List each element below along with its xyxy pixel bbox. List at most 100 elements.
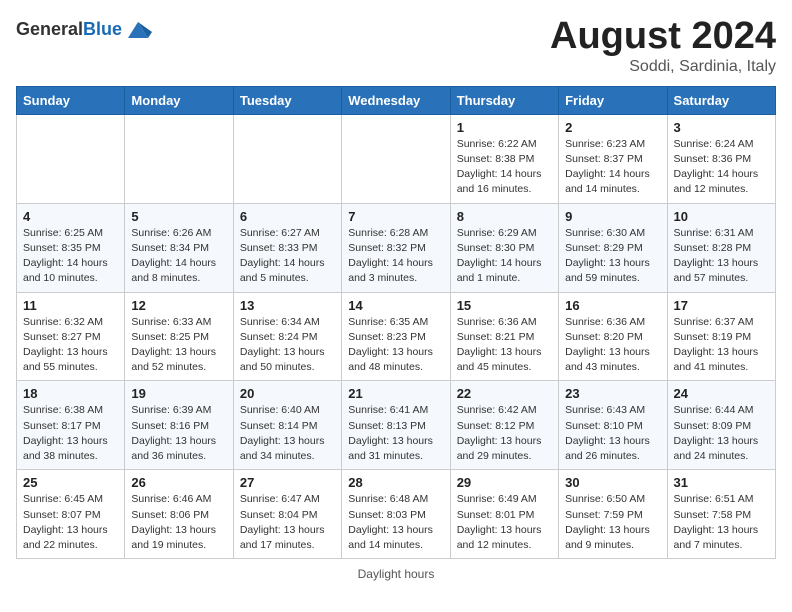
day-info: Sunrise: 6:46 AM Sunset: 8:06 PM Dayligh… [131,492,226,553]
day-number: 9 [565,209,660,224]
day-info: Sunrise: 6:48 AM Sunset: 8:03 PM Dayligh… [348,492,443,553]
day-info: Sunrise: 6:36 AM Sunset: 8:20 PM Dayligh… [565,315,660,376]
calendar-cell [342,114,450,203]
calendar-week-row: 25 Sunrise: 6:45 AM Sunset: 8:07 PM Dayli… [17,470,776,559]
calendar-cell: 2 Sunrise: 6:23 AM Sunset: 8:37 PM Daylig… [559,114,667,203]
day-number: 15 [457,298,552,313]
calendar-cell: 6 Sunrise: 6:27 AM Sunset: 8:33 PM Daylig… [233,203,341,292]
day-info: Sunrise: 6:43 AM Sunset: 8:10 PM Dayligh… [565,403,660,464]
day-info: Sunrise: 6:26 AM Sunset: 8:34 PM Dayligh… [131,226,226,287]
calendar-cell: 21Sunrise: 6:41 AM Sunset: 8:13 PM Dayli… [342,381,450,470]
page-header: GeneralBlue August 2024 Soddi, Sardinia,… [16,16,776,76]
day-number: 13 [240,298,335,313]
weekday-header: Tuesday [233,86,341,114]
calendar-cell: 19Sunrise: 6:39 AM Sunset: 8:16 PM Dayli… [125,381,233,470]
day-number: 30 [565,475,660,490]
day-number: 25 [23,475,118,490]
day-number: 6 [240,209,335,224]
day-number: 31 [674,475,769,490]
day-number: 3 [674,120,769,135]
day-number: 7 [348,209,443,224]
day-info: Sunrise: 6:47 AM Sunset: 8:04 PM Dayligh… [240,492,335,553]
calendar-cell: 30Sunrise: 6:50 AM Sunset: 7:59 PM Dayli… [559,470,667,559]
calendar-cell: 11 Sunrise: 6:32 AM Sunset: 8:27 PM Dayli… [17,292,125,381]
day-info: Sunrise: 6:38 AM Sunset: 8:17 PM Dayligh… [23,403,118,464]
calendar-week-row: 4Sunrise: 6:25 AM Sunset: 8:35 PM Daylig… [17,203,776,292]
day-number: 11 [23,298,118,313]
calendar-cell: 15 Sunrise: 6:36 AM Sunset: 8:21 PM Dayli… [450,292,558,381]
day-info: Sunrise: 6:35 AM Sunset: 8:23 PM Dayligh… [348,315,443,376]
day-info: Sunrise: 6:44 AM Sunset: 8:09 PM Dayligh… [674,403,769,464]
day-number: 26 [131,475,226,490]
day-info: Sunrise: 6:45 AM Sunset: 8:07 PM Dayligh… [23,492,118,553]
day-info: Sunrise: 6:32 AM Sunset: 8:27 PM Dayligh… [23,315,118,376]
logo-general-text: General [16,19,83,39]
calendar-cell: 31 Sunrise: 6:51 AM Sunset: 7:58 PM Dayli… [667,470,775,559]
calendar-cell [17,114,125,203]
day-number: 8 [457,209,552,224]
day-info: Sunrise: 6:36 AM Sunset: 8:21 PM Dayligh… [457,315,552,376]
calendar-week-row: 1Sunrise: 6:22 AM Sunset: 8:38 PM Daylig… [17,114,776,203]
calendar-week-row: 11 Sunrise: 6:32 AM Sunset: 8:27 PM Dayli… [17,292,776,381]
calendar-table: SundayMondayTuesdayWednesdayThursdayFrid… [16,86,776,559]
day-number: 18 [23,386,118,401]
calendar-cell: 26 Sunrise: 6:46 AM Sunset: 8:06 PM Dayli… [125,470,233,559]
day-info: Sunrise: 6:33 AM Sunset: 8:25 PM Dayligh… [131,315,226,376]
day-info: Sunrise: 6:23 AM Sunset: 8:37 PM Dayligh… [565,137,660,198]
day-number: 2 [565,120,660,135]
calendar-week-row: 18 Sunrise: 6:38 AM Sunset: 8:17 PM Dayli… [17,381,776,470]
daylight-label: Daylight hours [358,567,435,581]
day-info: Sunrise: 6:29 AM Sunset: 8:30 PM Dayligh… [457,226,552,287]
calendar-cell: 14 Sunrise: 6:35 AM Sunset: 8:23 PM Dayli… [342,292,450,381]
calendar-cell: 27Sunrise: 6:47 AM Sunset: 8:04 PM Dayli… [233,470,341,559]
day-info: Sunrise: 6:41 AM Sunset: 8:13 PM Dayligh… [348,403,443,464]
day-info: Sunrise: 6:30 AM Sunset: 8:29 PM Dayligh… [565,226,660,287]
weekday-header: Saturday [667,86,775,114]
day-number: 22 [457,386,552,401]
day-info: Sunrise: 6:31 AM Sunset: 8:28 PM Dayligh… [674,226,769,287]
weekday-header: Friday [559,86,667,114]
day-number: 23 [565,386,660,401]
day-number: 24 [674,386,769,401]
weekday-header: Thursday [450,86,558,114]
calendar-cell [233,114,341,203]
day-info: Sunrise: 6:49 AM Sunset: 8:01 PM Dayligh… [457,492,552,553]
logo-icon [124,16,152,44]
calendar-cell: 3 Sunrise: 6:24 AM Sunset: 8:36 PM Daylig… [667,114,775,203]
calendar-cell: 20 Sunrise: 6:40 AM Sunset: 8:14 PM Dayli… [233,381,341,470]
calendar-cell: 12 Sunrise: 6:33 AM Sunset: 8:25 PM Dayli… [125,292,233,381]
day-number: 4 [23,209,118,224]
calendar-cell: 29Sunrise: 6:49 AM Sunset: 8:01 PM Dayli… [450,470,558,559]
day-info: Sunrise: 6:37 AM Sunset: 8:19 PM Dayligh… [674,315,769,376]
calendar-cell: 16 Sunrise: 6:36 AM Sunset: 8:20 PM Dayli… [559,292,667,381]
day-info: Sunrise: 6:24 AM Sunset: 8:36 PM Dayligh… [674,137,769,198]
calendar-cell: 23 Sunrise: 6:43 AM Sunset: 8:10 PM Dayli… [559,381,667,470]
weekday-header: Wednesday [342,86,450,114]
calendar-cell: 10Sunrise: 6:31 AM Sunset: 8:28 PM Dayli… [667,203,775,292]
day-number: 19 [131,386,226,401]
logo: GeneralBlue [16,16,152,44]
calendar-cell: 25 Sunrise: 6:45 AM Sunset: 8:07 PM Dayli… [17,470,125,559]
day-info: Sunrise: 6:28 AM Sunset: 8:32 PM Dayligh… [348,226,443,287]
calendar-header-row: SundayMondayTuesdayWednesdayThursdayFrid… [17,86,776,114]
calendar-cell: 4Sunrise: 6:25 AM Sunset: 8:35 PM Daylig… [17,203,125,292]
weekday-header: Sunday [17,86,125,114]
calendar-cell: 13Sunrise: 6:34 AM Sunset: 8:24 PM Dayli… [233,292,341,381]
day-number: 12 [131,298,226,313]
weekday-header: Monday [125,86,233,114]
calendar-cell: 17Sunrise: 6:37 AM Sunset: 8:19 PM Dayli… [667,292,775,381]
calendar-cell: 1Sunrise: 6:22 AM Sunset: 8:38 PM Daylig… [450,114,558,203]
day-info: Sunrise: 6:40 AM Sunset: 8:14 PM Dayligh… [240,403,335,464]
calendar-cell: 7 Sunrise: 6:28 AM Sunset: 8:32 PM Daylig… [342,203,450,292]
calendar-cell: 18 Sunrise: 6:38 AM Sunset: 8:17 PM Dayli… [17,381,125,470]
day-info: Sunrise: 6:27 AM Sunset: 8:33 PM Dayligh… [240,226,335,287]
day-number: 20 [240,386,335,401]
day-number: 14 [348,298,443,313]
day-number: 28 [348,475,443,490]
day-info: Sunrise: 6:42 AM Sunset: 8:12 PM Dayligh… [457,403,552,464]
day-info: Sunrise: 6:51 AM Sunset: 7:58 PM Dayligh… [674,492,769,553]
day-number: 16 [565,298,660,313]
calendar-title: August 2024 [550,16,776,58]
logo-blue-text: Blue [83,19,122,39]
calendar-location: Soddi, Sardinia, Italy [550,58,776,76]
